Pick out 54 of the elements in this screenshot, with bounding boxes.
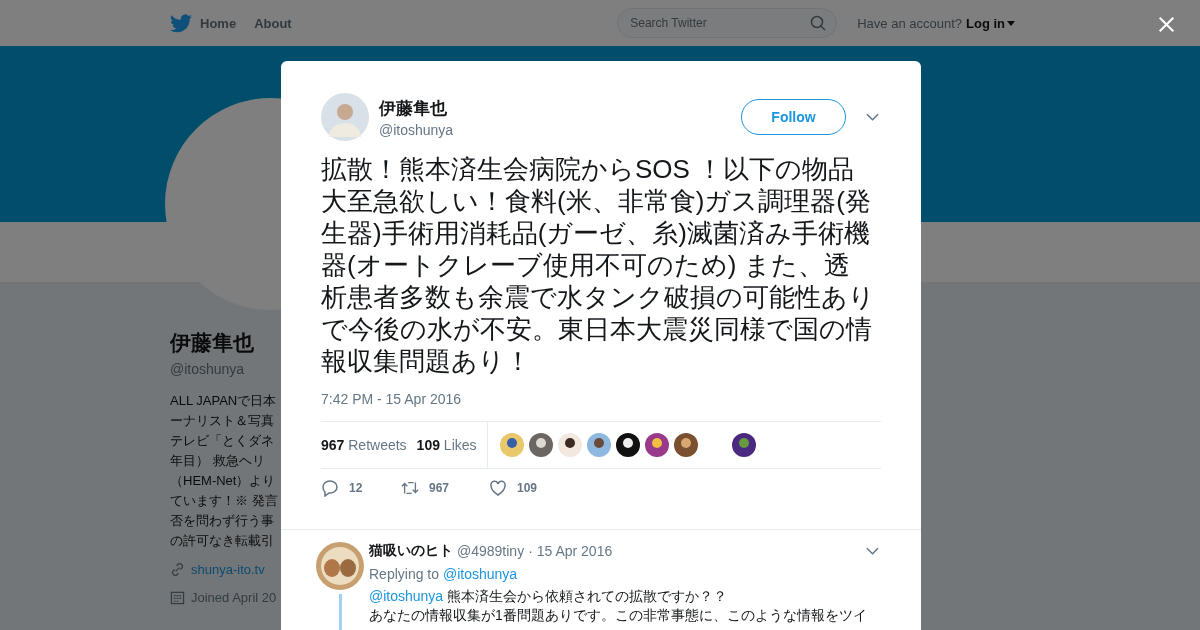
liker-avatar[interactable] <box>557 433 582 457</box>
caret-icon[interactable] <box>1007 20 1015 26</box>
liker-avatar[interactable] <box>615 433 640 457</box>
liker-avatar[interactable] <box>673 433 698 457</box>
bio-line: テレビ「とくダネ <box>170 432 275 450</box>
search-field[interactable]: Search Twitter <box>617 8 838 38</box>
liker-avatar[interactable] <box>644 433 669 457</box>
search-icon[interactable] <box>810 15 827 31</box>
bio-line: 否を問わず行う事 <box>170 512 275 530</box>
replying-to-label: Replying to <box>369 566 440 582</box>
reply-text: 熊本済生会から依頼されての拡散ですか？？ <box>447 588 728 604</box>
bio-line: ています！※ 発言 <box>170 492 279 510</box>
account-prompt: Have an account? <box>857 15 962 31</box>
stat-link[interactable]: 109 Likes <box>416 437 477 453</box>
bio-line: 年目） 救急ヘリ <box>170 452 266 470</box>
joined-date: Joined April 20 <box>191 589 277 605</box>
action-count: 12 <box>349 481 363 495</box>
tweet-text: 拡散！熊本済生会病院からSOS ！以下の物品大至急欲しい！食料(米、非常食)ガス調理器(発生器)手術用消耗品(ガーゼ、糸)滅菌済み手術機器(オートクレーブ使用不可のため) また、透析患者多数も余震で水タンク破損の可能性ありで今後の水が不安。東日本大震災同様で国の情報収集問題あり！ <box>321 153 875 377</box>
login-link[interactable]: Log in <box>966 15 1005 31</box>
retweet-icon[interactable] <box>401 479 419 497</box>
heart-icon[interactable] <box>489 479 507 497</box>
author-name: 伊藤隼也 <box>379 97 448 120</box>
tweet-timestamp: 7:42 PM - 15 Apr 2016 <box>321 391 463 407</box>
reply-author-name: 猫吸いのヒト <box>369 542 453 560</box>
reply-text: あなたの情報収集が1番問題ありです。この非常事態に、このような情報をツイ <box>369 607 868 625</box>
link-icon <box>170 561 185 577</box>
bio-line: の許可なき転載引 <box>170 532 275 550</box>
stat-link[interactable]: 967 Retweets <box>321 437 407 453</box>
close-icon[interactable] <box>1158 16 1175 33</box>
website-link[interactable]: shunya-ito.tv <box>191 561 265 577</box>
bio-line: ーナリスト＆写真 <box>170 412 275 430</box>
reply-author-handle: @4989tiny <box>457 543 525 559</box>
thread-line <box>338 594 342 630</box>
action-count: 109 <box>517 481 538 495</box>
about-link[interactable]: About <box>254 15 292 31</box>
liker-avatar[interactable] <box>499 433 524 457</box>
mention-link[interactable]: @itoshunya <box>442 566 518 582</box>
avatar <box>321 93 369 141</box>
home-link[interactable]: Home <box>200 15 237 31</box>
author-handle: @itoshunya <box>379 121 455 138</box>
reply-date: · 15 Apr 2016 <box>528 543 613 559</box>
mention-link[interactable]: @itoshunya <box>369 588 444 604</box>
profile-handle: @itoshunya <box>170 361 246 377</box>
chevron-down-icon[interactable] <box>866 547 879 555</box>
reply-icon[interactable] <box>321 479 339 497</box>
follow-button[interactable]: Follow <box>741 99 846 135</box>
action-count: 967 <box>429 481 450 495</box>
liker-avatar[interactable] <box>586 433 611 457</box>
liker-avatar[interactable] <box>731 433 756 457</box>
profile-name: 伊藤隼也 <box>170 330 255 356</box>
chevron-down-icon[interactable] <box>866 113 879 121</box>
bio-line: （HEM-Net）より <box>170 472 277 490</box>
calendar-icon <box>170 589 185 605</box>
bio-line: ALL JAPANで日本 <box>170 392 278 410</box>
